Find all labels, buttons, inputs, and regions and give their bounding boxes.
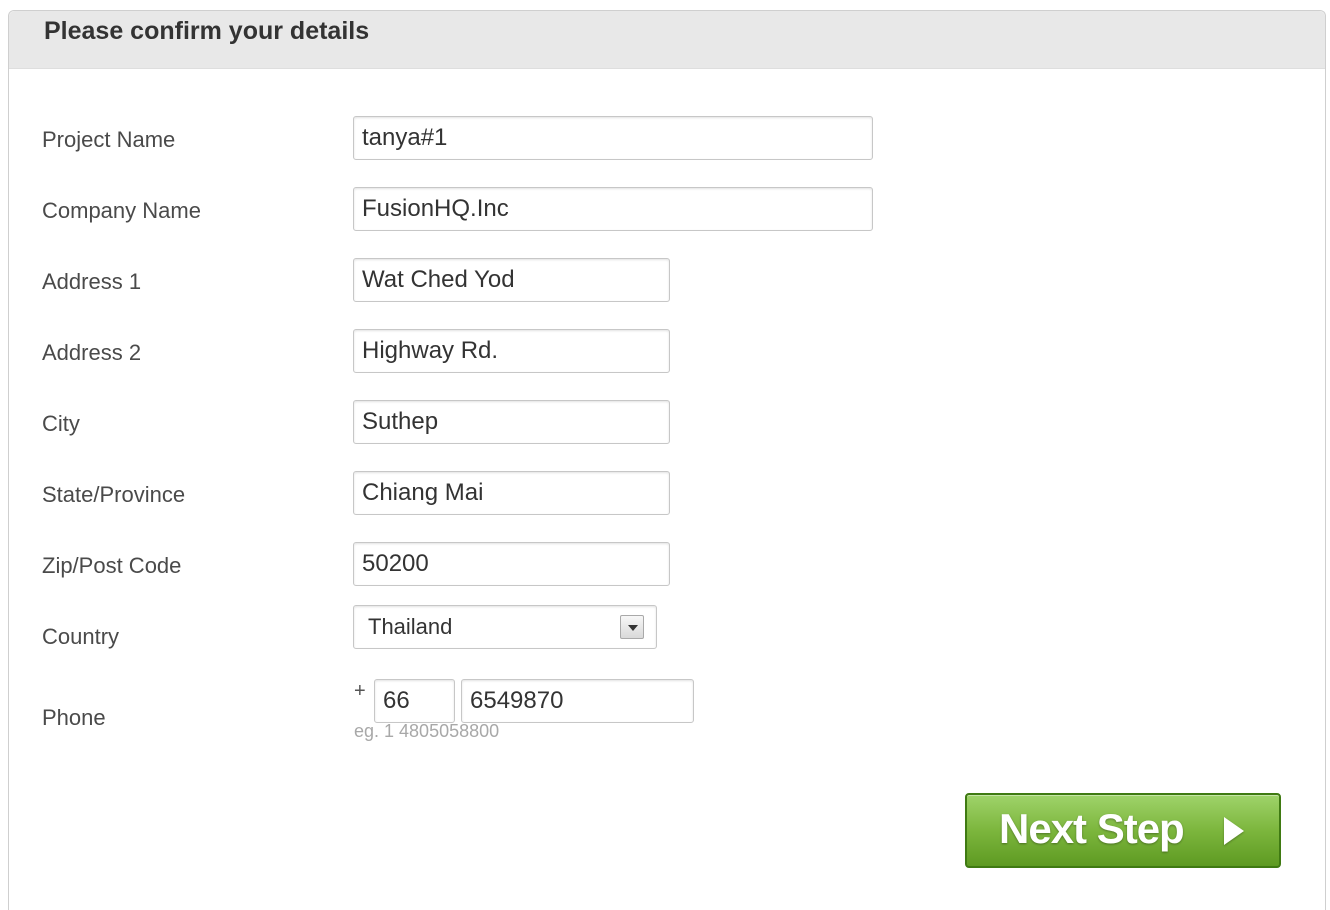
chevron-down-icon[interactable] — [620, 615, 644, 639]
state-input[interactable] — [353, 471, 670, 515]
project-name-input[interactable] — [353, 116, 873, 160]
city-input[interactable] — [353, 400, 670, 444]
address2-label: Address 2 — [42, 340, 142, 365]
next-step-button[interactable]: Next Step — [965, 793, 1281, 868]
state-label: State/Province — [42, 482, 186, 507]
zip-label: Zip/Post Code — [42, 553, 182, 578]
company-name-label: Company Name — [42, 198, 201, 223]
next-step-label: Next Step — [999, 805, 1185, 852]
phone-number-input[interactable] — [461, 679, 694, 723]
country-select[interactable]: Thailand — [353, 605, 657, 649]
address1-label: Address 1 — [42, 269, 142, 294]
phone-label: Phone — [42, 705, 106, 730]
city-label: City — [42, 411, 80, 436]
zip-input[interactable] — [353, 542, 670, 586]
company-name-input[interactable] — [353, 187, 873, 231]
play-arrow-icon — [1224, 817, 1244, 845]
address2-input[interactable] — [353, 329, 670, 373]
panel-title: Please confirm your details — [44, 17, 370, 45]
project-name-label: Project Name — [42, 127, 176, 152]
phone-hint: eg. 1 4805058800 — [354, 721, 500, 741]
country-select-value: Thailand — [368, 614, 453, 639]
address1-input[interactable] — [353, 258, 670, 302]
phone-country-code-input[interactable] — [374, 679, 455, 723]
country-label: Country — [42, 624, 120, 649]
phone-plus-sign: + — [354, 680, 366, 702]
